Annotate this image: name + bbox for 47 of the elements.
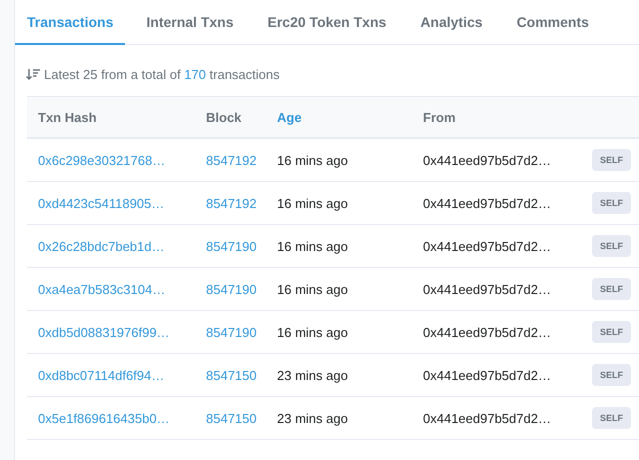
block-link[interactable]: 8547150 <box>206 368 257 382</box>
age-cell: 16 mins ago <box>277 282 348 296</box>
self-badge: SELF <box>592 407 632 429</box>
block-link[interactable]: 8547192 <box>206 196 257 210</box>
age-cell: 16 mins ago <box>277 324 348 340</box>
block-link[interactable]: 8547192 <box>206 152 257 168</box>
block-link[interactable]: 8547190 <box>206 324 257 340</box>
self-badge: SELF <box>592 364 632 386</box>
tab[interactable]: Comments <box>504 0 602 45</box>
age-cell: 16 mins ago <box>277 196 348 210</box>
from-address: 0x441eed97b5d7d2… <box>423 368 551 382</box>
txn-hash-link[interactable]: 0xdb5d08831976f99… <box>38 324 170 340</box>
age-cell: 16 mins ago <box>277 152 348 168</box>
txn-hash-link[interactable]: 0xa4ea7b583c3104… <box>38 282 166 296</box>
sort-icon <box>26 68 40 80</box>
txn-hash-link[interactable]: 0xd8bc07114df6f94… <box>38 368 164 382</box>
from-address: 0x441eed97b5d7d2… <box>423 410 551 426</box>
column-header: Block <box>206 110 242 124</box>
tab[interactable]: Analytics <box>407 0 496 45</box>
age-cell: 23 mins ago <box>277 410 348 426</box>
age-cell: 16 mins ago <box>277 238 348 254</box>
column-header[interactable]: Age <box>277 110 302 124</box>
self-badge: SELF <box>592 192 632 214</box>
column-header: From <box>423 110 456 124</box>
self-badge: SELF <box>592 235 632 257</box>
txn-hash-link[interactable]: 0x26c28bdc7beb1d… <box>38 238 164 254</box>
block-link[interactable]: 8547190 <box>206 238 257 254</box>
column-header: Txn Hash <box>38 110 97 124</box>
from-address: 0x441eed97b5d7d2… <box>423 152 551 168</box>
self-badge: SELF <box>592 149 632 171</box>
self-badge: SELF <box>592 278 632 300</box>
block-link[interactable]: 8547190 <box>206 282 257 296</box>
summary-text: Latest 25 from a total of 170 transactions <box>44 66 280 82</box>
from-address: 0x441eed97b5d7d2… <box>423 238 551 254</box>
txn-hash-link[interactable]: 0xd4423c54118905… <box>38 196 164 210</box>
from-address: 0x441eed97b5d7d2… <box>423 282 551 296</box>
self-badge: SELF <box>592 321 632 343</box>
age-cell: 23 mins ago <box>277 368 348 382</box>
txn-hash-link[interactable]: 0x6c298e30321768… <box>38 152 166 168</box>
from-address: 0x441eed97b5d7d2… <box>423 324 551 340</box>
tab[interactable]: Internal Txns <box>133 0 247 45</box>
tab[interactable]: Transactions <box>15 0 126 45</box>
tab[interactable]: Erc20 Token Txns <box>254 0 400 45</box>
txn-hash-link[interactable]: 0x5e1f869616435b0… <box>38 410 170 426</box>
block-link[interactable]: 8547150 <box>206 410 257 426</box>
count-link[interactable]: 170 <box>184 66 206 82</box>
from-address: 0x441eed97b5d7d2… <box>423 196 551 210</box>
